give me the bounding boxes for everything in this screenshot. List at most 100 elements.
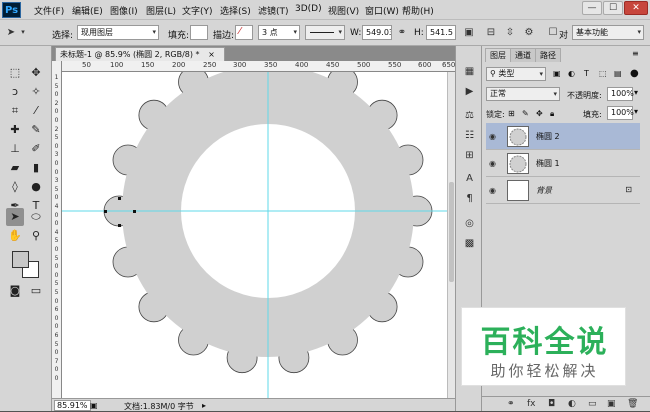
menu-3d[interactable]: 3D(D) xyxy=(295,4,322,14)
healing-brush-icon[interactable]: ✚ xyxy=(6,121,24,139)
tab-channels[interactable]: 通道 xyxy=(510,48,536,62)
close-icon[interactable]: × xyxy=(208,50,215,59)
fill-swatch[interactable] xyxy=(190,25,208,40)
path-selection-icon[interactable]: ➤ xyxy=(6,208,24,226)
anchor-point-right[interactable] xyxy=(133,210,136,213)
menu-help[interactable]: 帮助(H) xyxy=(402,4,434,17)
crop-tool-icon[interactable]: ⌗ xyxy=(6,102,24,120)
chevron-down-icon[interactable]: ▾ xyxy=(634,88,638,97)
paragraph-panel-icon[interactable]: ¶ xyxy=(462,191,477,206)
tab-paths[interactable]: 路径 xyxy=(535,48,561,62)
filter-type-icon[interactable]: T xyxy=(584,69,589,78)
tab-layers[interactable]: 图层 xyxy=(485,48,511,62)
lock-pixels-icon[interactable]: ✎ xyxy=(522,109,529,118)
minimize-button[interactable]: — xyxy=(582,1,602,15)
swatches-panel-icon[interactable]: ◎ xyxy=(462,216,477,231)
clone-source-panel-icon[interactable]: ⊞ xyxy=(462,148,477,163)
path-operations-icon[interactable]: ▣ xyxy=(462,25,476,40)
anchor-point-top[interactable] xyxy=(118,197,121,200)
layer-filter-dropdown[interactable]: ⚲ 类型 ▾ xyxy=(486,67,546,81)
eye-icon[interactable]: ◉ xyxy=(489,159,496,168)
eyedropper-icon[interactable]: ⁄ xyxy=(27,102,45,120)
clone-stamp-icon[interactable]: ⊥ xyxy=(6,140,24,158)
menu-filter[interactable]: 滤镜(T) xyxy=(258,4,289,17)
brush-tool-icon[interactable]: ✎ xyxy=(27,121,45,139)
layer-name[interactable]: 椭圆 2 xyxy=(536,131,560,142)
menu-edit[interactable]: 编辑(E) xyxy=(72,4,103,17)
path-arrange-icon[interactable]: ⇳ xyxy=(503,25,517,40)
workspace-dropdown[interactable]: 基本功能 ▾ xyxy=(572,25,644,40)
scrollbar-thumb[interactable] xyxy=(449,182,454,282)
new-layer-icon[interactable]: ▣ xyxy=(607,399,616,409)
maximize-button[interactable]: ☐ xyxy=(603,1,623,15)
horizontal-ruler[interactable]: 50 100 150 200 250 300 350 400 450 500 5… xyxy=(62,61,455,72)
settings-gear-icon[interactable]: ⚙ xyxy=(522,25,536,40)
dodge-tool-icon[interactable]: ● xyxy=(27,178,45,196)
marquee-tool-icon[interactable]: ⬚ xyxy=(6,64,24,82)
lock-icon[interactable]: ⊡ xyxy=(625,185,632,194)
stroke-swatch[interactable]: ⁄ xyxy=(235,25,253,40)
path-alignment-icon[interactable]: ⊟ xyxy=(484,25,498,40)
menu-select[interactable]: 选择(S) xyxy=(220,4,251,17)
move-tool-icon[interactable]: ✥ xyxy=(27,64,45,82)
canvas[interactable] xyxy=(62,72,447,398)
adjustment-layer-icon[interactable]: ◐ xyxy=(568,399,576,409)
brush-panel-icon[interactable]: ☷ xyxy=(462,128,477,143)
chevron-down-icon[interactable]: ▾ xyxy=(634,107,638,116)
menu-layer[interactable]: 图层(L) xyxy=(146,4,176,17)
layer-style-icon[interactable]: fx xyxy=(527,399,536,409)
trash-icon[interactable]: 🗑︎ xyxy=(627,399,638,409)
panel-menu-icon[interactable]: ≡ xyxy=(632,49,639,58)
lasso-tool-icon[interactable]: ↄ xyxy=(6,83,24,101)
menu-file[interactable]: 文件(F) xyxy=(34,4,64,17)
link-icon[interactable]: ⚭ xyxy=(395,25,409,40)
layer-row-ellipse-1[interactable]: ◉ 椭圆 1 xyxy=(486,150,640,177)
screen-mode-icon[interactable]: ▭ xyxy=(27,282,45,300)
add-mask-icon[interactable]: ◘ xyxy=(548,399,555,409)
vertical-ruler[interactable]: 150200250300350400450500550600650700 xyxy=(52,61,62,398)
width-field[interactable]: 549.03 xyxy=(362,25,392,40)
anchor-point-bottom[interactable] xyxy=(118,224,121,227)
menu-view[interactable]: 视图(V) xyxy=(328,4,359,17)
foreground-color-swatch[interactable] xyxy=(12,251,29,268)
filter-smart-icon[interactable]: ▤ xyxy=(614,69,622,78)
eye-icon[interactable]: ◉ xyxy=(489,186,496,195)
filter-shape-icon[interactable]: ⬚ xyxy=(599,69,607,78)
height-field[interactable]: 541.5 f xyxy=(426,25,456,40)
layer-name[interactable]: 椭圆 1 xyxy=(536,158,560,169)
document-tab[interactable]: 未标题-1 @ 85.9% (椭圆 2, RGB/8) * × xyxy=(55,47,225,61)
gear-shape[interactable] xyxy=(62,72,447,398)
filter-pixel-icon[interactable]: ▣ xyxy=(553,69,561,78)
blur-tool-icon[interactable]: ◊ xyxy=(6,178,24,196)
layer-row-background[interactable]: ◉ 背景 ⊡ xyxy=(486,177,640,204)
new-group-icon[interactable]: ▭ xyxy=(588,399,597,409)
layer-row-ellipse-2[interactable]: ◉ 椭圆 2 xyxy=(486,123,640,150)
hand-tool-icon[interactable]: ✋ xyxy=(6,227,24,245)
anchor-point-left[interactable] xyxy=(104,210,107,213)
menu-image[interactable]: 图像(I) xyxy=(110,4,138,17)
menu-window[interactable]: 窗口(W) xyxy=(365,4,399,17)
close-button[interactable]: ✕ xyxy=(624,1,648,15)
lock-position-icon[interactable]: ✥ xyxy=(536,109,543,118)
menu-type[interactable]: 文字(Y) xyxy=(182,4,213,17)
quick-mask-icon[interactable]: ◙ xyxy=(6,282,24,300)
select-layer-dropdown[interactable]: 现用图层 ▾ xyxy=(77,25,159,40)
zoom-tool-icon[interactable]: ⚲ xyxy=(27,227,45,245)
blend-mode-dropdown[interactable]: 正常 ▾ xyxy=(486,87,560,101)
lock-transparent-icon[interactable]: ⊞ xyxy=(508,109,515,118)
history-panel-icon[interactable]: ▦ xyxy=(462,64,477,79)
opacity-field[interactable]: 100% xyxy=(607,87,634,101)
filter-toggle-icon[interactable]: ● xyxy=(630,68,639,79)
adjustments-panel-icon[interactable]: ⚖ xyxy=(462,108,477,123)
lock-all-icon[interactable]: 🔒︎ xyxy=(550,109,554,119)
align-edges-checkbox[interactable]: ☐ xyxy=(546,25,560,40)
stroke-width-field[interactable]: 3 点 ▾ xyxy=(258,25,300,40)
chevron-down-icon[interactable]: ▾ xyxy=(16,25,30,40)
stroke-type-dropdown[interactable]: ▾ xyxy=(305,25,345,40)
layer-name[interactable]: 背景 xyxy=(536,185,552,196)
history-brush-icon[interactable]: ✐ xyxy=(27,140,45,158)
zoom-field[interactable]: 85.91% xyxy=(54,400,91,411)
magic-wand-icon[interactable]: ✧ xyxy=(27,83,45,101)
ellipse-tool-icon[interactable]: ⬭ xyxy=(27,208,45,226)
filter-adjust-icon[interactable]: ◐ xyxy=(568,69,575,78)
